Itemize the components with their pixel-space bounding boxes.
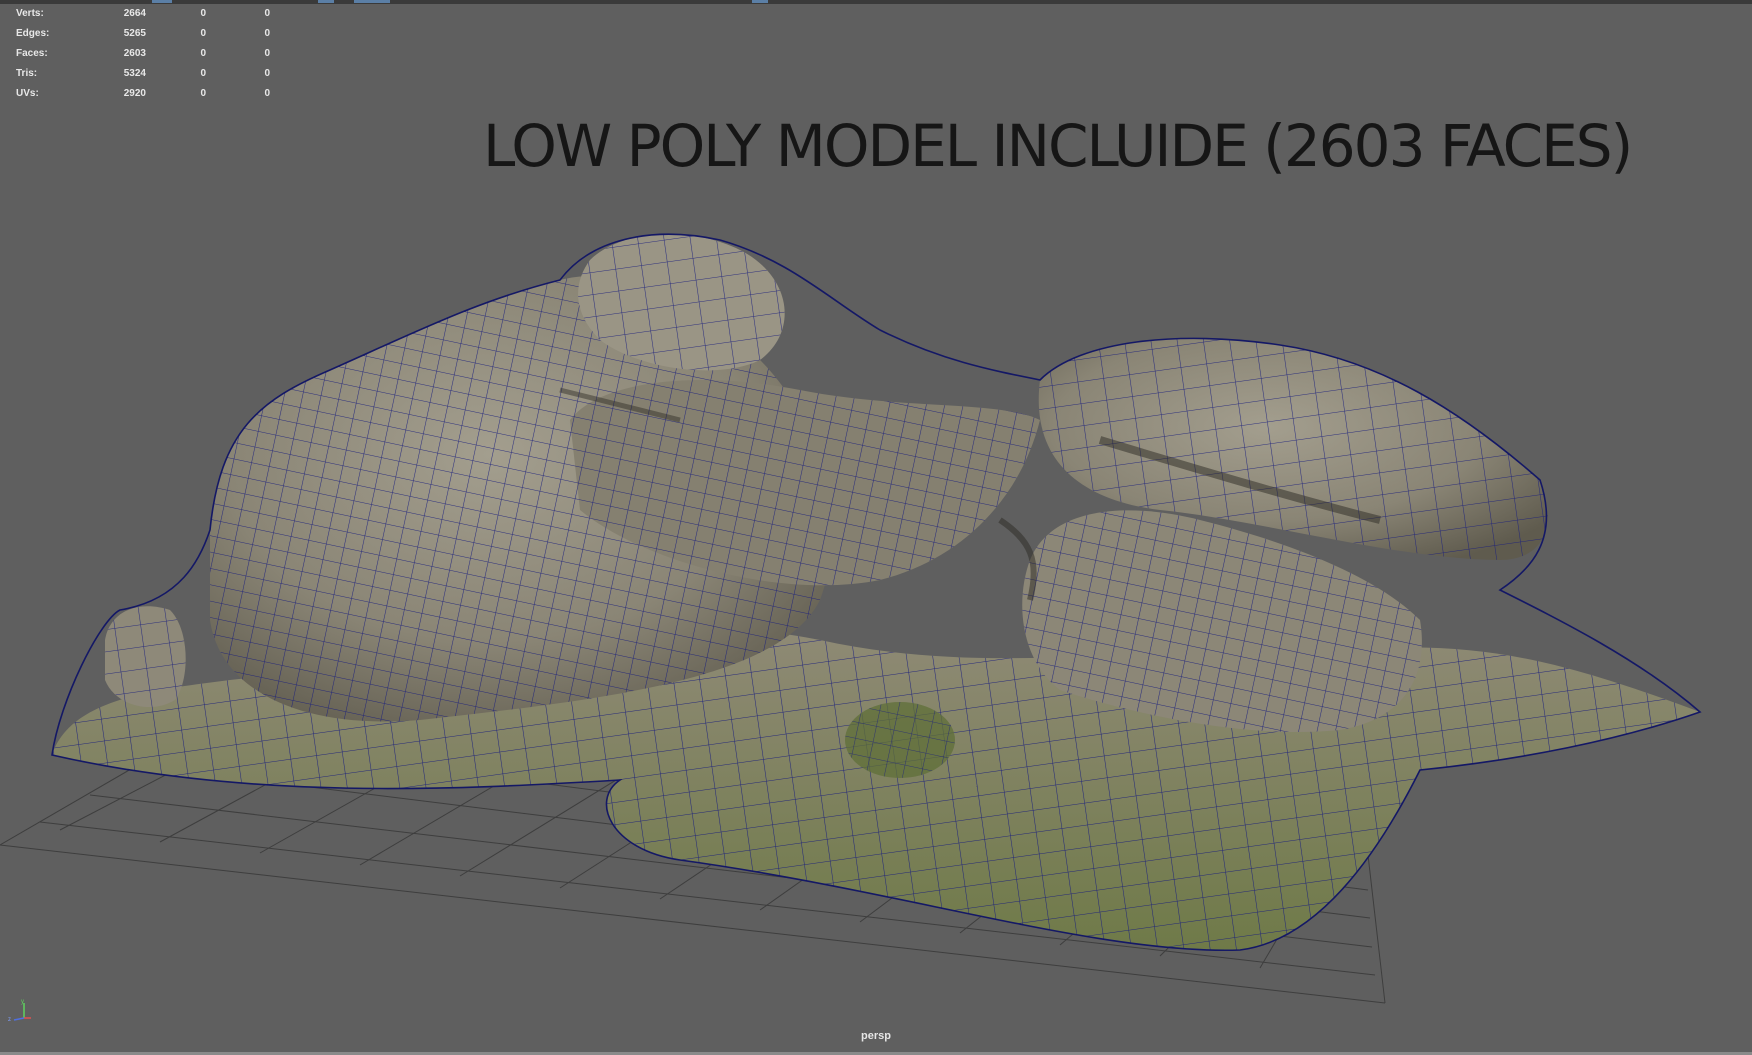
stat-label: Verts: bbox=[16, 8, 44, 19]
stat-value: 2920 bbox=[123, 88, 146, 99]
camera-name-label: persp bbox=[861, 1030, 891, 1042]
stat-label: Faces: bbox=[16, 48, 48, 59]
stat-label: Edges: bbox=[16, 28, 50, 39]
stat-label: UVs: bbox=[16, 88, 39, 99]
stat-label: Tris: bbox=[16, 68, 38, 79]
rock-model[interactable] bbox=[51, 233, 1702, 952]
stat-selected: 0 bbox=[200, 68, 206, 79]
hud-row-verts: Verts: 2664 0 0 bbox=[16, 4, 276, 24]
stat-value: 2603 bbox=[123, 48, 146, 59]
hud-row-faces: Faces: 2603 0 0 bbox=[16, 44, 276, 64]
stat-selected-tri: 0 bbox=[264, 68, 270, 79]
axis-y-label: y bbox=[21, 999, 24, 1005]
hud-row-edges: Edges: 5265 0 0 bbox=[16, 24, 276, 44]
stat-selected: 0 bbox=[200, 48, 206, 59]
hud-row-uvs: UVs: 2920 0 0 bbox=[16, 84, 276, 104]
hud-row-tris: Tris: 5324 0 0 bbox=[16, 64, 276, 84]
stat-value: 5324 bbox=[123, 68, 146, 79]
3d-viewport[interactable]: Verts: 2664 0 0 Edges: 5265 0 0 Faces: 2… bbox=[0, 0, 1752, 1055]
stat-selected-tri: 0 bbox=[264, 28, 270, 39]
stat-selected: 0 bbox=[200, 88, 206, 99]
stat-selected: 0 bbox=[200, 28, 206, 39]
stat-selected-tri: 0 bbox=[264, 88, 270, 99]
stat-selected-tri: 0 bbox=[264, 48, 270, 59]
poly-count-hud: Verts: 2664 0 0 Edges: 5265 0 0 Faces: 2… bbox=[16, 4, 276, 104]
axis-gizmo-icon: y z bbox=[8, 999, 31, 1023]
stat-value: 5265 bbox=[123, 28, 146, 39]
stat-selected-tri: 0 bbox=[264, 8, 270, 19]
stat-selected: 0 bbox=[200, 8, 206, 19]
overlay-headline: LOW POLY MODEL INCLUIDE (2603 FACES) bbox=[483, 112, 1633, 180]
stat-value: 2664 bbox=[123, 8, 146, 19]
axis-z-label: z bbox=[8, 1017, 11, 1023]
